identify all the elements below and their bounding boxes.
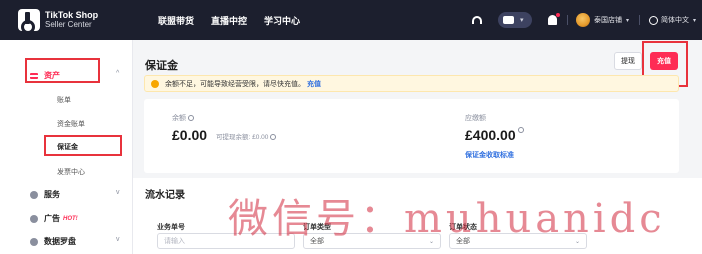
chat-icon <box>502 16 514 24</box>
globe-icon[interactable] <box>648 15 658 25</box>
chevron-up-icon[interactable]: ^ <box>116 70 119 77</box>
balance-value: £0.00 <box>172 127 208 143</box>
ads-icon <box>30 214 38 223</box>
messages-button[interactable]: ▾ <box>497 12 532 28</box>
insufficient-balance-alert: 余额不足，可能导致经营受限，请尽快充值。 充值 <box>144 75 679 92</box>
chevron-down-icon[interactable]: ▾ <box>626 17 629 24</box>
deposit-standard-link[interactable]: 保证金收取标准 <box>465 150 514 160</box>
header-actions: ▾ 泰国店铺 ▾ 简体中文 ▾ <box>460 0 696 40</box>
annotation-highlight-assets <box>25 58 100 83</box>
filter-label-order-no: 业务单号 <box>157 224 185 231</box>
info-icon[interactable] <box>270 134 277 141</box>
sidebar-item-fund-bills[interactable]: 资金账单 <box>57 119 85 129</box>
language-selector[interactable]: 简体中文 <box>661 15 689 25</box>
alert-text: 余额不足，可能导致经营受限，请尽快充值。 <box>165 80 305 88</box>
warning-icon <box>151 79 159 88</box>
withdraw-button[interactable]: 提现 <box>614 52 642 70</box>
services-icon <box>30 190 38 199</box>
alert-top-up-link[interactable]: 充值 <box>307 79 321 89</box>
sidebar-item-invoice-center[interactable]: 发票中心 <box>57 167 85 177</box>
sidebar-item-services[interactable]: 服务 <box>30 189 60 200</box>
sidebar-item-data-compass[interactable]: 数据罗盘 <box>30 236 76 247</box>
brand-subtitle: Seller Center <box>45 20 92 29</box>
divider <box>566 15 568 25</box>
annotation-highlight-deposit <box>44 135 122 156</box>
store-name[interactable]: 泰国店铺 <box>594 15 622 25</box>
records-title: 流水记录 <box>145 190 185 201</box>
chevron-down-icon[interactable]: v <box>116 236 120 243</box>
sidebar-item-bills[interactable]: 账单 <box>57 95 71 105</box>
sidebar-item-label: 服务 <box>44 190 60 199</box>
nav-affiliate[interactable]: 联盟带货 <box>158 14 194 27</box>
payable-label: 应缴额 <box>465 115 486 122</box>
balance-label: 余额 <box>172 113 194 123</box>
chevron-down-icon[interactable]: v <box>116 189 120 196</box>
brand-name: TikTok Shop <box>45 10 99 20</box>
chevron-down-icon[interactable]: ▾ <box>693 17 696 24</box>
payable-value: £400.00 <box>465 127 524 143</box>
top-bar: TikTok Shop Seller Center 联盟带货 直播中控 学习中心… <box>0 0 702 40</box>
top-nav: 联盟带货 直播中控 学习中心 <box>158 0 317 40</box>
info-icon[interactable] <box>517 127 524 133</box>
tiktok-shop-logo[interactable]: TikTok Shop Seller Center <box>18 9 99 34</box>
sidebar-item-label: 数据罗盘 <box>44 237 76 246</box>
notification-bell-icon[interactable] <box>547 13 560 25</box>
deposit-summary-card: 余额 £0.00 可提现余额: £0.00 应缴额 £400.00 保证金收取标… <box>144 99 679 173</box>
chart-icon <box>30 237 38 246</box>
page-title: 保证金 <box>145 60 178 72</box>
chevron-down-icon: ▾ <box>519 17 524 24</box>
hot-badge: HOT! <box>63 215 78 222</box>
nav-live-control[interactable]: 直播中控 <box>211 14 247 27</box>
watermark: 微信号：muhuanidc <box>228 196 666 242</box>
store-avatar[interactable] <box>575 13 590 27</box>
customer-service-icon[interactable] <box>471 14 484 26</box>
sidebar-item-ads[interactable]: 广告 HOT! <box>30 213 78 224</box>
divider <box>638 15 640 25</box>
sidebar-item-label: 广告 <box>44 214 60 223</box>
tiktok-logo-icon <box>18 9 40 34</box>
nav-learning-center[interactable]: 学习中心 <box>264 14 300 27</box>
info-icon[interactable] <box>188 115 194 122</box>
notification-dot <box>555 13 560 17</box>
withdrawable-balance: 可提现余额: £0.00 <box>216 131 277 141</box>
